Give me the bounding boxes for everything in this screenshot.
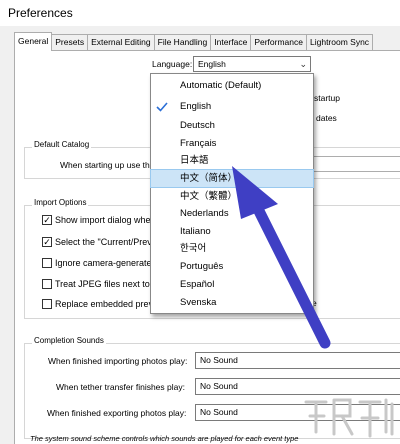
watermark-logo	[304, 398, 394, 438]
arrow-pointer-annotation	[232, 166, 331, 349]
